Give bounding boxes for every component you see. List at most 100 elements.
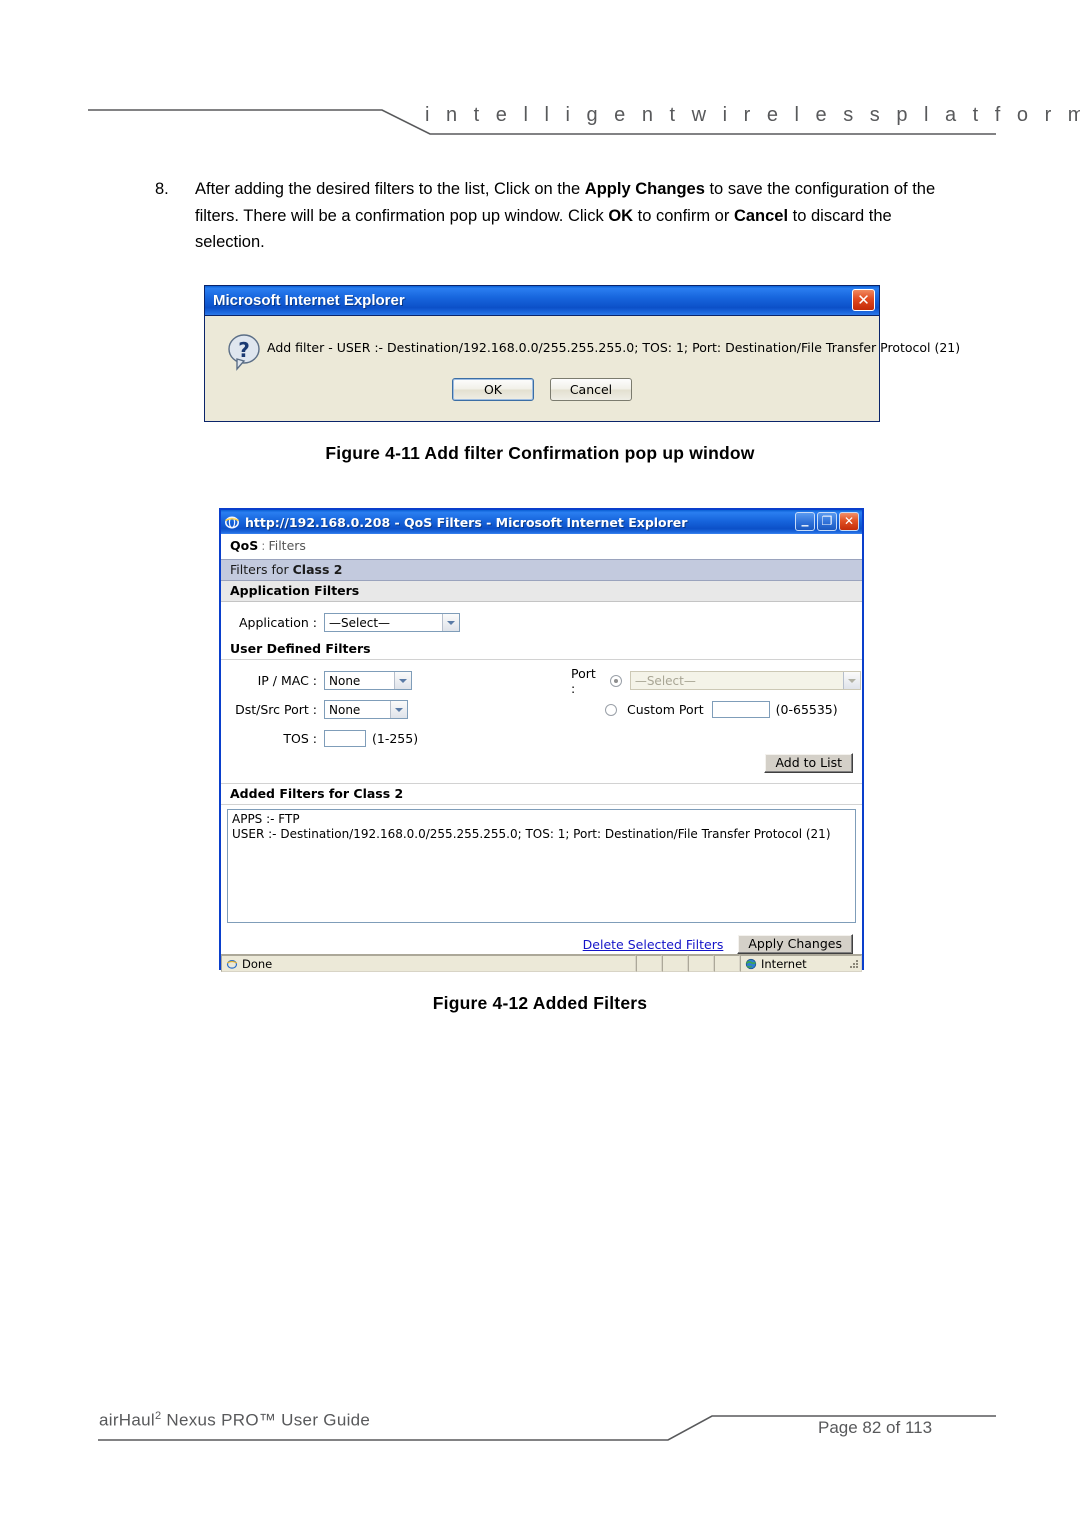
add-to-list-button[interactable]: Add to List [764, 753, 853, 773]
step-number: 8. [155, 180, 169, 198]
resize-grip-icon[interactable] [848, 958, 860, 970]
cancel-button[interactable]: Cancel [550, 378, 632, 401]
ip-mac-label: IP / MAC : [257, 673, 317, 688]
user-defined-filters-section-title: User Defined Filters [221, 639, 862, 660]
status-pane-1 [636, 955, 662, 972]
breadcrumb-separator: : [261, 538, 266, 553]
step-text-part1: After adding the desired filters to the … [195, 180, 585, 198]
breadcrumb: QoS: Filters [221, 534, 862, 559]
breadcrumb-sub: Filters [268, 538, 306, 553]
tos-label: TOS : [283, 731, 317, 746]
ip-mac-select[interactable]: None [324, 671, 412, 690]
filters-for-class-value: Class 2 [292, 562, 343, 577]
chevron-down-icon [442, 614, 459, 631]
status-pane-4 [714, 955, 740, 972]
step-bold-cancel: Cancel [733, 206, 789, 225]
port-select-value: —Select— [634, 673, 696, 688]
step-8-block: 8. After adding the desired filters to t… [155, 176, 955, 256]
svg-text:?: ? [238, 338, 250, 362]
step-bold-ok: OK [608, 206, 634, 225]
dialog-body: ? Add filter - USER :- Destination/192.1… [205, 316, 961, 422]
figure-4-12-caption: Figure 4-12 Added Filters [432, 993, 648, 1013]
close-glyph: ✕ [843, 514, 855, 528]
ok-button[interactable]: OK [452, 378, 534, 401]
dst-src-port-label: Dst/Src Port : [235, 702, 317, 717]
filters-for-class-bar: Filters for Class 2 [221, 559, 862, 581]
dialog-title: Microsoft Internet Explorer [213, 292, 405, 309]
page-header: i n t e l l i g e n t w i r e l e s s p … [0, 0, 1080, 150]
user-defined-filters-body: IP / MAC : None Dst/Src Port : None TOS … [221, 660, 862, 783]
custom-port-input[interactable] [711, 701, 770, 718]
application-row: Application : —Select— [221, 608, 862, 637]
status-text-pane: Done [221, 955, 636, 972]
footer-page-number: Page 82 of 113 [818, 1418, 933, 1437]
application-filters-section-title: Application Filters [221, 581, 862, 602]
application-select[interactable]: —Select— [324, 613, 460, 632]
dst-src-port-select-value: None [329, 702, 361, 717]
footer-product-name: airHaul2 Nexus PRO™ User Guide [99, 1410, 370, 1431]
list-item[interactable]: USER :- Destination/192.168.0.0/255.255.… [232, 827, 851, 842]
chevron-down-icon [394, 672, 411, 689]
added-filters-list[interactable]: APPS :- FTP USER :- Destination/192.168.… [227, 809, 856, 923]
apply-changes-button[interactable]: Apply Changes [737, 934, 853, 954]
step-text-part3: to confirm or [633, 206, 734, 225]
status-pane-3 [688, 955, 714, 972]
footer-left-post: Nexus PRO™ User Guide [161, 1410, 371, 1430]
minimize-icon[interactable]: _ [795, 512, 815, 531]
custom-port-radio[interactable] [605, 703, 617, 716]
custom-port-row: Custom Port (0-65535) [571, 695, 861, 724]
dialog-titlebar: Microsoft Internet Explorer ✕ [205, 286, 879, 316]
dialog-message: Add filter - USER :- Destination/192.168… [267, 340, 961, 355]
figure-4-11-caption: Figure 4-11 Add filter Confirmation pop … [325, 443, 755, 463]
browser-title: http://192.168.0.208 - QoS Filters - Mic… [245, 514, 688, 530]
browser-client-area: QoS: Filters Filters for Class 2 Applicat… [221, 534, 862, 972]
maximize-icon[interactable]: ❐ [817, 512, 837, 531]
port-column: Port : —Select— Custom Port (0-65535) [571, 666, 861, 724]
ip-mac-select-value: None [329, 673, 361, 688]
step-text: After adding the desired filters to the … [195, 176, 955, 256]
footer-left-pre: airHaul [99, 1410, 155, 1430]
chevron-down-icon [843, 672, 860, 689]
port-select-row: Port : —Select— [571, 665, 861, 696]
qos-filters-browser-window: http://192.168.0.208 - QoS Filters - Mic… [219, 508, 864, 972]
browser-statusbar: Done Internet [221, 954, 862, 972]
custom-port-label: Custom Port [627, 702, 704, 717]
application-filters-body: Application : —Select— [221, 602, 862, 639]
filters-for-prefix: Filters for [230, 562, 293, 577]
close-icon[interactable]: ✕ [839, 512, 859, 531]
step-bold-apply-changes: Apply Changes [584, 180, 705, 198]
question-mark-icon: ? [228, 334, 260, 371]
breadcrumb-main: QoS [230, 538, 259, 553]
chevron-down-icon [390, 701, 407, 718]
ie-confirm-dialog: Microsoft Internet Explorer ✕ ? Add filt… [204, 285, 961, 422]
application-select-value: —Select— [329, 615, 391, 630]
status-pane-2 [662, 955, 688, 972]
header-rule-graphic [88, 109, 996, 135]
custom-port-hint: (0-65535) [775, 702, 838, 717]
port-select-radio[interactable] [609, 674, 622, 687]
dialog-button-row: OK Cancel [205, 378, 879, 401]
port-select-dropdown[interactable]: —Select— [629, 671, 861, 690]
filters-actions-row: Delete Selected Filters Apply Changes [221, 923, 862, 954]
internet-explorer-icon [226, 959, 238, 969]
added-filters-section-title: Added Filters for Class 2 [221, 783, 862, 805]
close-icon[interactable]: ✕ [852, 289, 875, 311]
maximize-glyph: ❐ [821, 514, 833, 528]
internet-explorer-icon [225, 516, 239, 529]
tos-input[interactable] [324, 730, 366, 747]
browser-titlebar: http://192.168.0.208 - QoS Filters - Mic… [221, 510, 862, 534]
window-controls: _ ❐ ✕ [795, 512, 859, 531]
status-text: Done [242, 956, 273, 971]
security-zone-text: Internet [761, 956, 807, 971]
minimize-glyph: _ [801, 511, 809, 527]
list-item[interactable]: APPS :- FTP [232, 812, 851, 827]
security-zone-pane: Internet [740, 955, 862, 972]
delete-selected-filters-link[interactable]: Delete Selected Filters [583, 937, 724, 952]
header-tagline: i n t e l l i g e n t w i r e l e s s p … [425, 104, 1080, 126]
globe-icon [745, 958, 757, 969]
port-label: Port : [571, 665, 596, 696]
tos-row: TOS : (1-255) [221, 724, 862, 753]
tos-hint: (1-255) [372, 731, 419, 746]
dst-src-port-select[interactable]: None [324, 700, 408, 719]
application-label: Application : [238, 615, 317, 630]
